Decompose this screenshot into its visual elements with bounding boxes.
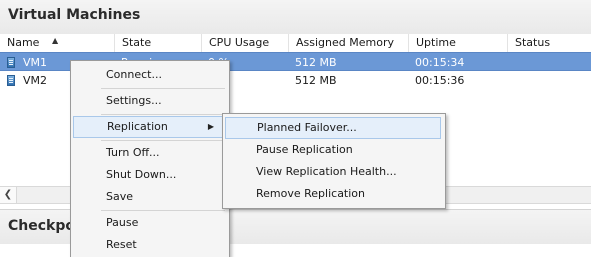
sort-ascending-icon: ▲ xyxy=(52,36,59,45)
vm-name: VM1 xyxy=(23,56,48,69)
virtual-machine-icon xyxy=(7,75,15,86)
menu-item-replication-label: Replication xyxy=(107,120,168,133)
submenu-item-pause-replication[interactable]: Pause Replication xyxy=(225,139,441,161)
vm-section-title: Virtual Machines xyxy=(8,7,141,23)
menu-item-save[interactable]: Save xyxy=(73,186,225,208)
virtual-machine-icon xyxy=(7,57,15,68)
column-header-assigned-memory[interactable]: Assigned Memory xyxy=(289,34,409,52)
menu-item-replication[interactable]: Replication ▶ xyxy=(73,116,225,138)
column-header-cpu-usage[interactable]: CPU Usage xyxy=(202,34,289,52)
replication-submenu: Planned Failover... Pause Replication Vi… xyxy=(222,113,446,209)
menu-item-settings[interactable]: Settings... xyxy=(73,90,225,112)
vm-name: VM2 xyxy=(23,74,48,87)
vm-uptime: 00:15:34 xyxy=(415,56,465,69)
column-header-state[interactable]: State xyxy=(115,34,202,52)
menu-item-turn-off[interactable]: Turn Off... xyxy=(73,142,225,164)
submenu-item-view-replication-health[interactable]: View Replication Health... xyxy=(225,161,441,183)
column-header-uptime[interactable]: Uptime xyxy=(409,34,508,52)
vm-uptime: 00:15:36 xyxy=(415,74,465,87)
menu-item-connect[interactable]: Connect... xyxy=(73,64,225,86)
menu-separator xyxy=(101,210,225,211)
submenu-item-planned-failover[interactable]: Planned Failover... xyxy=(225,117,441,139)
vm-assigned-memory: 512 MB xyxy=(295,56,337,69)
vm-context-menu: Connect... Settings... Replication ▶ Tur… xyxy=(70,60,230,257)
column-header-status[interactable]: Status xyxy=(508,34,591,52)
submenu-item-remove-replication[interactable]: Remove Replication xyxy=(225,183,441,205)
scroll-left-arrow-icon[interactable]: ❮ xyxy=(0,187,17,203)
menu-separator xyxy=(101,88,225,89)
menu-separator xyxy=(101,114,225,115)
vm-assigned-memory: 512 MB xyxy=(295,74,337,87)
menu-item-pause[interactable]: Pause xyxy=(73,212,225,234)
menu-item-shut-down[interactable]: Shut Down... xyxy=(73,164,225,186)
menu-separator xyxy=(101,140,225,141)
vm-column-header-row: Name ▲ State CPU Usage Assigned Memory U… xyxy=(0,34,591,53)
vm-section-header: Virtual Machines xyxy=(0,0,591,35)
submenu-arrow-icon: ▶ xyxy=(207,122,214,131)
menu-item-reset[interactable]: Reset xyxy=(73,234,225,256)
